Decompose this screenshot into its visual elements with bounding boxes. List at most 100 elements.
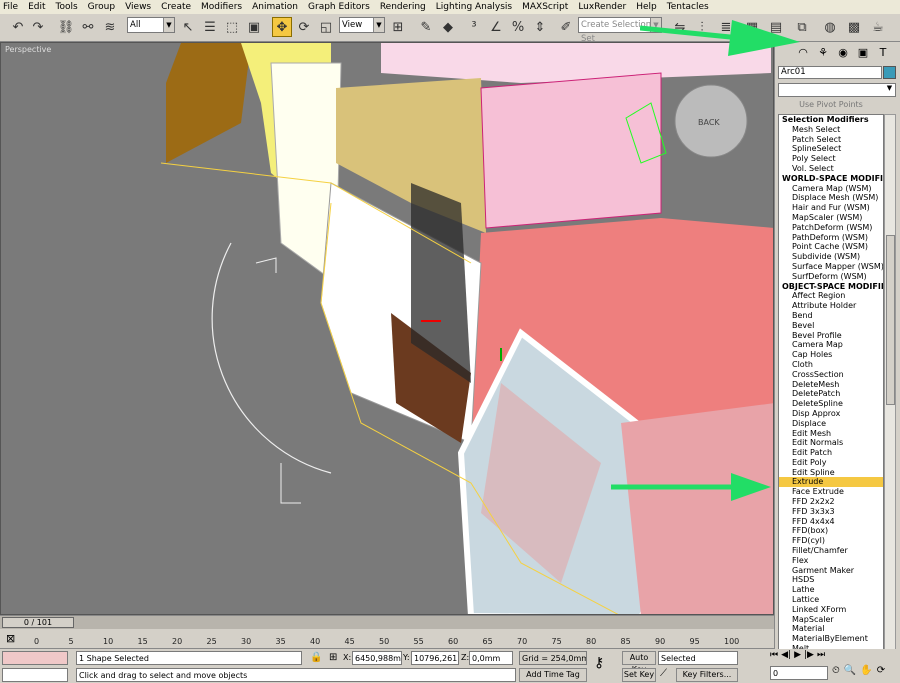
redo-icon[interactable]: ↷: [28, 17, 48, 37]
play-icon[interactable]: ▶: [794, 650, 801, 660]
modifier-item[interactable]: Subdivide (WSM): [779, 252, 883, 262]
modifier-item[interactable]: Bevel: [779, 321, 883, 331]
modifier-item[interactable]: DeleteSpline: [779, 399, 883, 409]
track-bar[interactable]: ⊠ 0 5 10 15 20 25 30 35 40 45 50 55 60 65 70 75 80 85 90 95…: [0, 629, 774, 649]
time-config-icon[interactable]: ⏲: [832, 665, 840, 676]
modifier-item[interactable]: FFD(cyl): [779, 536, 883, 546]
modifier-item[interactable]: SplineSelect: [779, 144, 883, 154]
reference-coordinate-dropdown[interactable]: View ▼: [339, 17, 385, 33]
motion-tab-icon[interactable]: ◉: [835, 44, 851, 60]
x-coordinate-field[interactable]: 6450,988m: [352, 651, 402, 665]
modifier-item[interactable]: Flex: [779, 556, 883, 566]
modifier-item[interactable]: Edit Mesh: [779, 429, 883, 439]
object-color-swatch[interactable]: [883, 66, 896, 79]
pan-icon[interactable]: ✋: [860, 665, 872, 676]
link-icon[interactable]: ⛓: [56, 17, 76, 37]
modifier-item[interactable]: Mesh Select: [779, 125, 883, 135]
modifier-item[interactable]: Cap Holes: [779, 350, 883, 360]
modifier-item[interactable]: Disp Approx: [779, 409, 883, 419]
menu-tools[interactable]: Tools: [56, 2, 78, 12]
perspective-viewport[interactable]: BACK Perspective: [0, 42, 774, 615]
modifier-item[interactable]: Cloth: [779, 360, 883, 370]
spinner-snap-icon[interactable]: ⇕: [530, 17, 550, 37]
selection-region-icon[interactable]: ⬚: [222, 17, 242, 37]
modifier-item[interactable]: Edit Spline: [779, 468, 883, 478]
bind-space-warp-icon[interactable]: ≋: [100, 17, 120, 37]
modifier-item[interactable]: Edit Patch: [779, 448, 883, 458]
display-tab-icon[interactable]: ▣: [855, 44, 871, 60]
modifier-item[interactable]: Affect Region: [779, 291, 883, 301]
z-coordinate-field[interactable]: 0,0mm: [469, 651, 513, 665]
modifier-item[interactable]: Bend: [779, 311, 883, 321]
y-coordinate-field[interactable]: 10796,261: [411, 651, 459, 665]
modifier-item[interactable]: Hair and Fur (WSM): [779, 203, 883, 213]
undo-icon[interactable]: ↶: [8, 17, 28, 37]
use-pivot-points-button[interactable]: Use Pivot Points: [781, 100, 881, 111]
modifier-item[interactable]: Lattice: [779, 595, 883, 605]
menu-tentacles[interactable]: Tentacles: [667, 2, 709, 12]
modifier-item[interactable]: DeletePatch: [779, 389, 883, 399]
modifier-list[interactable]: Selection Modifiers Mesh Select Patch Sele…: [778, 114, 884, 668]
set-key-button[interactable]: Set Key: [622, 668, 656, 682]
select-manipulate-icon[interactable]: ✎: [416, 17, 436, 37]
modifier-item[interactable]: Lathe: [779, 585, 883, 595]
modifier-item[interactable]: CrossSection: [779, 370, 883, 380]
modifier-item[interactable]: Attribute Holder: [779, 301, 883, 311]
add-time-tag-button[interactable]: Add Time Tag: [519, 668, 587, 682]
modifier-item[interactable]: FFD 4x4x4: [779, 517, 883, 527]
menu-lighting-analysis[interactable]: Lighting Analysis: [436, 2, 512, 12]
select-and-move-icon[interactable]: ✥: [272, 17, 292, 37]
modifier-item[interactable]: Displace: [779, 419, 883, 429]
modifier-item[interactable]: MaterialByElement: [779, 634, 883, 644]
modify-tab-icon[interactable]: ◠: [795, 44, 811, 60]
percent-snap-icon[interactable]: %: [508, 17, 528, 37]
keyboard-shortcut-override-icon[interactable]: ◆: [438, 17, 458, 37]
utilities-tab-icon[interactable]: T: [875, 44, 891, 60]
modifier-list-dropdown[interactable]: ▼: [778, 83, 896, 97]
go-to-end-icon[interactable]: ⏭: [817, 650, 825, 660]
time-slider[interactable]: 0 / 101: [0, 615, 774, 629]
previous-frame-icon[interactable]: ◀|: [781, 650, 791, 660]
modifier-item[interactable]: DeleteMesh: [779, 380, 883, 390]
modifier-item[interactable]: FFD 2x2x2: [779, 497, 883, 507]
selection-filter-dropdown[interactable]: All ▼: [127, 17, 175, 33]
menu-luxrender[interactable]: LuxRender: [578, 2, 626, 12]
render-setup-icon[interactable]: ▩: [844, 17, 864, 37]
angle-snap-icon[interactable]: ∠: [486, 17, 506, 37]
key-filters-button[interactable]: Key Filters...: [676, 668, 738, 682]
menu-views[interactable]: Views: [125, 2, 151, 12]
edit-named-selection-icon[interactable]: ✐: [556, 17, 576, 37]
menu-graph-editors[interactable]: Graph Editors: [308, 2, 370, 12]
modifier-item[interactable]: Face Extrude: [779, 487, 883, 497]
menu-modifiers[interactable]: Modifiers: [201, 2, 242, 12]
material-editor-icon[interactable]: ◍: [820, 17, 840, 37]
object-name-field[interactable]: Arc01: [778, 66, 882, 79]
next-frame-icon[interactable]: |▶: [804, 650, 814, 660]
menu-rendering[interactable]: Rendering: [380, 2, 426, 12]
modifier-item[interactable]: Camera Map: [779, 340, 883, 350]
absolute-mode-icon[interactable]: ⊞: [329, 652, 337, 663]
select-by-name-icon[interactable]: ☰: [200, 17, 220, 37]
default-tangent-icon[interactable]: ⟋: [660, 668, 667, 679]
hierarchy-tab-icon[interactable]: ⚘: [815, 44, 831, 60]
modifier-item[interactable]: Extrude: [779, 477, 883, 488]
menu-create[interactable]: Create: [161, 2, 191, 12]
modifier-item[interactable]: Poly Select: [779, 154, 883, 164]
modifier-item[interactable]: Bevel Profile: [779, 331, 883, 341]
modifier-item[interactable]: Patch Select: [779, 135, 883, 145]
go-to-start-icon[interactable]: ⏮: [770, 650, 778, 660]
modifier-list-scrollbar[interactable]: [884, 114, 896, 668]
time-slider-thumb[interactable]: 0 / 101: [2, 617, 74, 628]
modifier-item[interactable]: FFD(box): [779, 526, 883, 536]
modifier-item[interactable]: Garment Maker: [779, 566, 883, 576]
modifier-item[interactable]: Point Cache (WSM): [779, 242, 883, 252]
pivot-center-icon[interactable]: ⊞: [388, 17, 408, 37]
modifier-item[interactable]: Edit Poly: [779, 458, 883, 468]
select-and-scale-icon[interactable]: ◱: [316, 17, 336, 37]
menu-maxscript[interactable]: MAXScript: [522, 2, 568, 12]
zoom-icon[interactable]: 🔍: [844, 665, 856, 676]
auto-key-button[interactable]: Auto Key: [622, 651, 656, 674]
maxscript-input-mini[interactable]: [2, 668, 68, 682]
modifier-item[interactable]: Fillet/Chamfer: [779, 546, 883, 556]
lock-icon[interactable]: 🔒: [310, 652, 322, 663]
